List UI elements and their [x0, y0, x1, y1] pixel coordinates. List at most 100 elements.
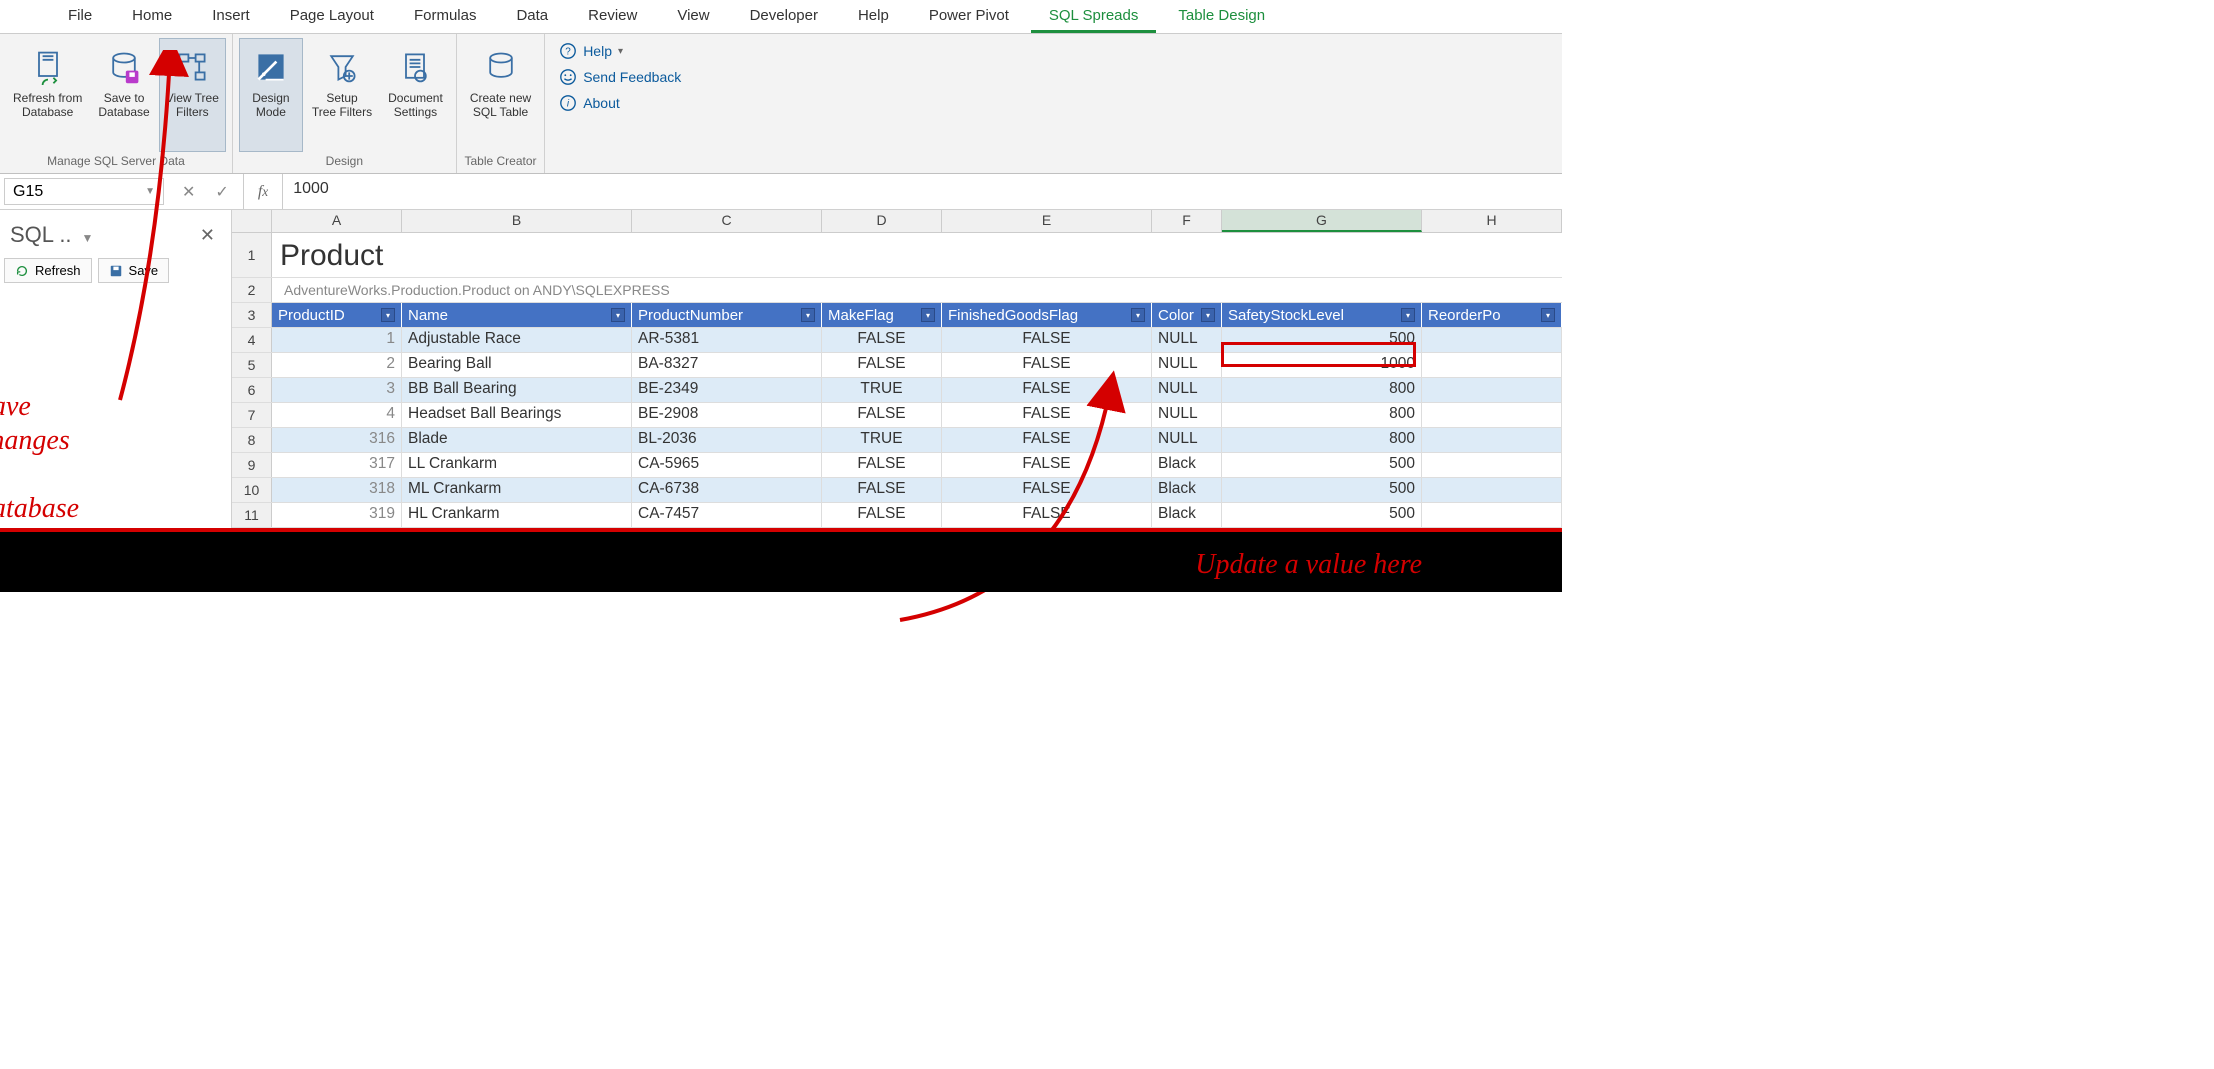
cell-productnumber[interactable]: BA-8327	[632, 353, 822, 377]
cell-safetystocklevel[interactable]: 500	[1222, 328, 1422, 352]
cell-productnumber[interactable]: CA-6738	[632, 478, 822, 502]
cell-makeflag[interactable]: FALSE	[822, 453, 942, 477]
help-button[interactable]: ?Help ▾	[559, 42, 681, 60]
cell-color[interactable]: NULL	[1152, 428, 1222, 452]
cell-reorderpoint[interactable]	[1422, 478, 1562, 502]
cell-finishedgoodsflag[interactable]: FALSE	[942, 428, 1152, 452]
refresh-db-button[interactable]: Refresh from Database	[6, 38, 89, 152]
cell-safetystocklevel[interactable]: 500	[1222, 478, 1422, 502]
formula-input[interactable]: 1000	[282, 174, 1562, 209]
side-save-button[interactable]: Save	[98, 258, 170, 283]
row-header-8[interactable]: 8	[232, 428, 272, 452]
cell-makeflag[interactable]: FALSE	[822, 328, 942, 352]
tab-review[interactable]: Review	[570, 1, 655, 33]
cell-makeflag[interactable]: FALSE	[822, 403, 942, 427]
header-name[interactable]: Name▾	[402, 303, 632, 327]
cell-productnumber[interactable]: BL-2036	[632, 428, 822, 452]
view-tree-button[interactable]: View Tree Filters	[159, 38, 226, 152]
cell-productid[interactable]: 317	[272, 453, 402, 477]
cell-safetystocklevel[interactable]: 800	[1222, 378, 1422, 402]
cell-finishedgoodsflag[interactable]: FALSE	[942, 478, 1152, 502]
cell-productid[interactable]: 319	[272, 503, 402, 527]
row-header-7[interactable]: 7	[232, 403, 272, 427]
cell-productid[interactable]: 2	[272, 353, 402, 377]
cell-reorderpoint[interactable]	[1422, 378, 1562, 402]
cell-reorderpoint[interactable]	[1422, 503, 1562, 527]
cell-safetystocklevel[interactable]: 1000	[1222, 353, 1422, 377]
header-color[interactable]: Color▾	[1152, 303, 1222, 327]
filter-dropdown-icon[interactable]: ▾	[611, 308, 625, 322]
cell-productid[interactable]: 1	[272, 328, 402, 352]
cell-name[interactable]: LL Crankarm	[402, 453, 632, 477]
cell-name[interactable]: Blade	[402, 428, 632, 452]
cell-safetystocklevel[interactable]: 800	[1222, 403, 1422, 427]
save-db-button[interactable]: Save to Database	[91, 38, 156, 152]
filter-dropdown-icon[interactable]: ▾	[1401, 308, 1415, 322]
cell-name[interactable]: Adjustable Race	[402, 328, 632, 352]
create-table-button[interactable]: Create new SQL Table	[463, 38, 538, 152]
name-box[interactable]: G15 ▼	[4, 178, 164, 205]
col-header-C[interactable]: C	[632, 210, 822, 232]
row-header-5[interactable]: 5	[232, 353, 272, 377]
col-header-H[interactable]: H	[1422, 210, 1562, 232]
tab-data[interactable]: Data	[498, 1, 566, 33]
cell-name[interactable]: Bearing Ball	[402, 353, 632, 377]
tab-developer[interactable]: Developer	[732, 1, 836, 33]
cell-color[interactable]: NULL	[1152, 403, 1222, 427]
header-finishedgoodsflag[interactable]: FinishedGoodsFlag▾	[942, 303, 1152, 327]
header-makeflag[interactable]: MakeFlag▾	[822, 303, 942, 327]
cell-makeflag[interactable]: TRUE	[822, 428, 942, 452]
cell-safetystocklevel[interactable]: 500	[1222, 503, 1422, 527]
col-header-E[interactable]: E	[942, 210, 1152, 232]
cell-makeflag[interactable]: TRUE	[822, 378, 942, 402]
side-refresh-button[interactable]: Refresh	[4, 258, 92, 283]
header-productid[interactable]: ProductID▾	[272, 303, 402, 327]
col-header-G[interactable]: G	[1222, 210, 1422, 232]
cell-productid[interactable]: 316	[272, 428, 402, 452]
filter-dropdown-icon[interactable]: ▾	[1201, 308, 1215, 322]
filter-dropdown-icon[interactable]: ▾	[1131, 308, 1145, 322]
cell-name[interactable]: Headset Ball Bearings	[402, 403, 632, 427]
cell-makeflag[interactable]: FALSE	[822, 478, 942, 502]
tab-help[interactable]: Help	[840, 1, 907, 33]
tab-table-design[interactable]: Table Design	[1160, 1, 1283, 33]
col-header-B[interactable]: B	[402, 210, 632, 232]
cell-finishedgoodsflag[interactable]: FALSE	[942, 403, 1152, 427]
tab-insert[interactable]: Insert	[194, 1, 268, 33]
cancel-icon[interactable]: ✕	[182, 182, 195, 202]
tab-page-layout[interactable]: Page Layout	[272, 1, 392, 33]
fx-icon[interactable]: fx	[243, 174, 282, 209]
cell-reorderpoint[interactable]	[1422, 403, 1562, 427]
header-reorderpo[interactable]: ReorderPo▾	[1422, 303, 1562, 327]
col-header-A[interactable]: A	[272, 210, 402, 232]
cell-color[interactable]: NULL	[1152, 378, 1222, 402]
row-header-1[interactable]: 1	[232, 233, 272, 277]
filter-dropdown-icon[interactable]: ▾	[381, 308, 395, 322]
cell-makeflag[interactable]: FALSE	[822, 353, 942, 377]
tab-view[interactable]: View	[659, 1, 727, 33]
row-header-11[interactable]: 11	[232, 503, 272, 527]
cell-productnumber[interactable]: CA-5965	[632, 453, 822, 477]
tab-sql-spreads[interactable]: SQL Spreads	[1031, 1, 1157, 33]
cell-finishedgoodsflag[interactable]: FALSE	[942, 453, 1152, 477]
filter-dropdown-icon[interactable]: ▾	[801, 308, 815, 322]
cell-color[interactable]: Black	[1152, 478, 1222, 502]
row-header-10[interactable]: 10	[232, 478, 272, 502]
cell-name[interactable]: HL Crankarm	[402, 503, 632, 527]
cell-reorderpoint[interactable]	[1422, 453, 1562, 477]
cell-productnumber[interactable]: CA-7457	[632, 503, 822, 527]
cell-finishedgoodsflag[interactable]: FALSE	[942, 328, 1152, 352]
cell-reorderpoint[interactable]	[1422, 428, 1562, 452]
confirm-icon[interactable]: ✓	[215, 182, 228, 202]
cell-safetystocklevel[interactable]: 800	[1222, 428, 1422, 452]
cell-color[interactable]: Black	[1152, 503, 1222, 527]
row-header-4[interactable]: 4	[232, 328, 272, 352]
cell-productid[interactable]: 3	[272, 378, 402, 402]
tab-formulas[interactable]: Formulas	[396, 1, 495, 33]
cell-productnumber[interactable]: AR-5381	[632, 328, 822, 352]
cell-color[interactable]: Black	[1152, 453, 1222, 477]
filter-dropdown-icon[interactable]: ▾	[1541, 308, 1555, 322]
tab-power-pivot[interactable]: Power Pivot	[911, 1, 1027, 33]
row-header-2[interactable]: 2	[232, 278, 272, 302]
cell-productnumber[interactable]: BE-2908	[632, 403, 822, 427]
